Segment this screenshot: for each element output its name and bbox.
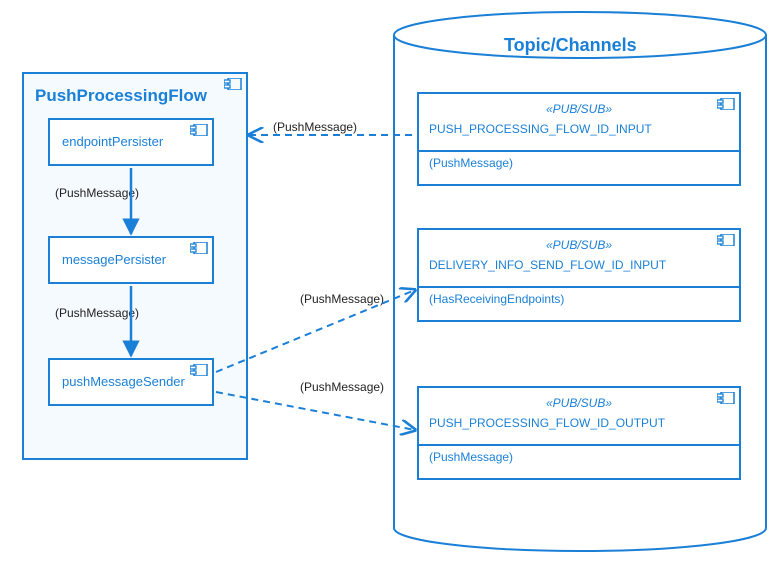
component-icon [717, 391, 735, 403]
component-icon [190, 123, 208, 135]
stereotype-label: «PUB/SUB» [419, 388, 739, 412]
component-topic-input: «PUB/SUB» PUSH_PROCESSING_FLOW_ID_INPUT … [417, 92, 741, 186]
topic-name: PUSH_PROCESSING_FLOW_ID_INPUT [419, 118, 739, 146]
stereotype-label: «PUB/SUB» [419, 94, 739, 118]
component-icon [717, 97, 735, 109]
package-title: Topic/Channels [504, 35, 637, 56]
edge-label: (PushMessage) [55, 186, 139, 200]
component-pushmessagesender: pushMessageSender [48, 358, 214, 406]
topic-name: PUSH_PROCESSING_FLOW_ID_OUTPUT [419, 412, 739, 440]
component-icon [717, 233, 735, 245]
component-icon [190, 241, 208, 253]
component-label: endpointPersister [50, 120, 212, 159]
edge-label: (PushMessage) [273, 120, 357, 134]
stereotype-label: «PUB/SUB» [419, 230, 739, 254]
edge-label: (PushMessage) [55, 306, 139, 320]
component-topic-delivery: «PUB/SUB» DELIVERY_INFO_SEND_FLOW_ID_INP… [417, 228, 741, 322]
diagram-canvas: PushProcessingFlow endpointPersister mes… [0, 0, 779, 579]
component-messagepersister: messagePersister [48, 236, 214, 284]
package-title: PushProcessingFlow [35, 86, 207, 106]
component-topic-output: «PUB/SUB» PUSH_PROCESSING_FLOW_ID_OUTPUT… [417, 386, 741, 480]
component-icon [190, 363, 208, 375]
edge-label: (PushMessage) [300, 292, 384, 306]
topic-name: DELIVERY_INFO_SEND_FLOW_ID_INPUT [419, 254, 739, 282]
component-endpointpersister: endpointPersister [48, 118, 214, 166]
component-icon [224, 77, 242, 89]
component-label: messagePersister [50, 238, 212, 277]
edge-label: (PushMessage) [300, 380, 384, 394]
component-label: pushMessageSender [50, 360, 212, 399]
